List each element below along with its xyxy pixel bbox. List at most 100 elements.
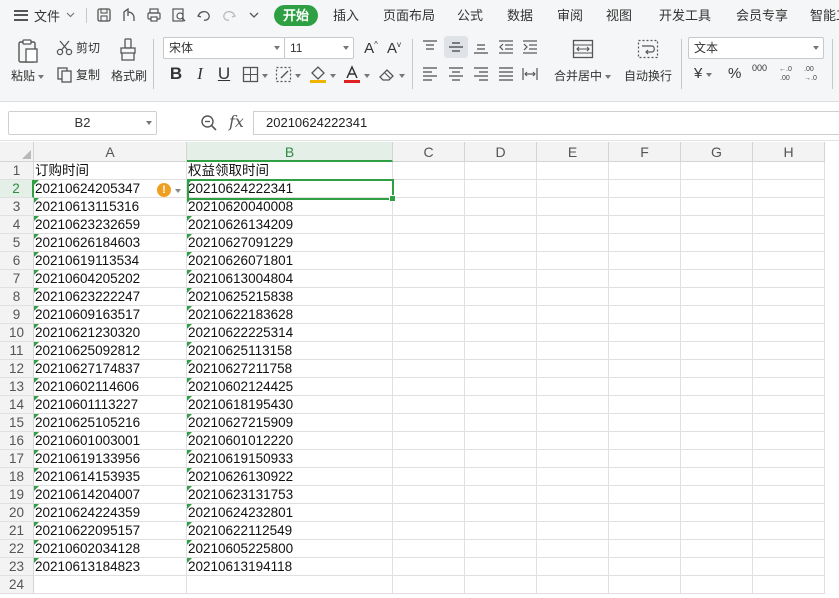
row-header-24[interactable]: 24 xyxy=(0,576,34,594)
cell-d12[interactable] xyxy=(465,360,537,378)
file-menu[interactable]: 文件 xyxy=(14,4,75,26)
cell-c22[interactable] xyxy=(393,540,465,558)
cell-c9[interactable] xyxy=(393,306,465,324)
cell-g21[interactable] xyxy=(681,522,753,540)
cell-a12[interactable]: 20210627174837 xyxy=(34,360,187,378)
cell-h22[interactable] xyxy=(753,540,825,558)
cell-e15[interactable] xyxy=(537,414,609,432)
cell-g9[interactable] xyxy=(681,306,753,324)
row-header-18[interactable]: 18 xyxy=(0,468,34,486)
cell-d6[interactable] xyxy=(465,252,537,270)
cell-g12[interactable] xyxy=(681,360,753,378)
cell-a15[interactable]: 20210625105216 xyxy=(34,414,187,432)
column-header-a[interactable]: A xyxy=(34,142,187,162)
zoom-icon[interactable] xyxy=(200,114,218,132)
tab-page-layout[interactable]: 页面布局 xyxy=(381,5,437,26)
cell-e1[interactable] xyxy=(537,162,609,180)
cell-h4[interactable] xyxy=(753,216,825,234)
cell-c21[interactable] xyxy=(393,522,465,540)
cell-d22[interactable] xyxy=(465,540,537,558)
cell-b2[interactable]: 20210624222341 xyxy=(187,180,393,198)
cell-g20[interactable] xyxy=(681,504,753,522)
clear-format-button[interactable] xyxy=(377,64,397,84)
cell-f1[interactable] xyxy=(609,162,681,180)
cell-d20[interactable] xyxy=(465,504,537,522)
increase-font-size-icon[interactable]: A ^ xyxy=(362,39,380,57)
cell-g24[interactable] xyxy=(681,576,753,594)
cell-c23[interactable] xyxy=(393,558,465,576)
cell-h5[interactable] xyxy=(753,234,825,252)
cell-a10[interactable]: 20210621230320 xyxy=(34,324,187,342)
cell-g11[interactable] xyxy=(681,342,753,360)
thousands-separator-button[interactable]: 000 xyxy=(752,64,767,73)
chevron-down-icon[interactable] xyxy=(175,189,181,193)
cell-b15[interactable]: 20210627215909 xyxy=(187,414,393,432)
cell-d15[interactable] xyxy=(465,414,537,432)
row-header-9[interactable]: 9 xyxy=(0,306,34,324)
row-header-15[interactable]: 15 xyxy=(0,414,34,432)
cell-f23[interactable] xyxy=(609,558,681,576)
cell-h8[interactable] xyxy=(753,288,825,306)
customize-toolbar-icon[interactable] xyxy=(245,6,263,24)
undo-icon[interactable] xyxy=(195,6,213,24)
cell-f3[interactable] xyxy=(609,198,681,216)
cell-e24[interactable] xyxy=(537,576,609,594)
font-color-button[interactable] xyxy=(342,64,362,84)
chevron-down-icon[interactable] xyxy=(330,74,336,78)
cell-h20[interactable] xyxy=(753,504,825,522)
cell-c20[interactable] xyxy=(393,504,465,522)
cell-d14[interactable] xyxy=(465,396,537,414)
tab-view[interactable]: 视图 xyxy=(604,5,634,26)
tab-developer[interactable]: 开发工具 xyxy=(656,5,714,26)
tab-home[interactable]: 开始 xyxy=(274,5,318,26)
cell-a23[interactable]: 20210613184823 xyxy=(34,558,187,576)
cell-h15[interactable] xyxy=(753,414,825,432)
cell-c6[interactable] xyxy=(393,252,465,270)
cell-c2[interactable] xyxy=(393,180,465,198)
column-header-b[interactable]: B xyxy=(187,142,393,162)
decrease-indent-icon[interactable] xyxy=(496,38,516,56)
cell-d1[interactable] xyxy=(465,162,537,180)
row-header-17[interactable]: 17 xyxy=(0,450,34,468)
row-header-16[interactable]: 16 xyxy=(0,432,34,450)
print-preview-icon[interactable] xyxy=(170,6,188,24)
font-size-select[interactable]: 11 xyxy=(284,37,354,59)
align-bottom-icon[interactable] xyxy=(471,38,491,56)
row-header-5[interactable]: 5 xyxy=(0,234,34,252)
row-header-7[interactable]: 7 xyxy=(0,270,34,288)
cell-e14[interactable] xyxy=(537,396,609,414)
format-painter-icon[interactable] xyxy=(116,37,140,63)
percent-button[interactable]: % xyxy=(728,65,741,82)
cell-b18[interactable]: 20210626130922 xyxy=(187,468,393,486)
cell-c7[interactable] xyxy=(393,270,465,288)
cell-e4[interactable] xyxy=(537,216,609,234)
cell-b6[interactable]: 20210626071801 xyxy=(187,252,393,270)
cell-h17[interactable] xyxy=(753,450,825,468)
cell-a7[interactable]: 20210604205202 xyxy=(34,270,187,288)
cell-b1[interactable]: 权益领取时间 xyxy=(187,162,393,180)
cell-h16[interactable] xyxy=(753,432,825,450)
row-header-10[interactable]: 10 xyxy=(0,324,34,342)
copy-button[interactable]: 复制 xyxy=(56,66,100,83)
currency-button[interactable]: ¥ xyxy=(694,65,713,82)
formula-input[interactable]: 20210624222341 xyxy=(253,111,839,135)
cell-h2[interactable] xyxy=(753,180,825,198)
cell-e3[interactable] xyxy=(537,198,609,216)
cell-d2[interactable] xyxy=(465,180,537,198)
paste-icon[interactable] xyxy=(14,37,42,65)
align-middle-icon[interactable] xyxy=(444,36,468,58)
cell-a5[interactable]: 20210626184603 xyxy=(34,234,187,252)
cell-a1[interactable]: 订购时间 xyxy=(34,162,187,180)
cell-b7[interactable]: 20210613004804 xyxy=(187,270,393,288)
bold-button[interactable]: B xyxy=(166,64,186,84)
wrap-text-button[interactable]: 自动换行 xyxy=(624,67,672,84)
cell-d18[interactable] xyxy=(465,468,537,486)
chevron-down-icon[interactable] xyxy=(262,74,268,78)
cut-button[interactable]: 剪切 xyxy=(56,39,100,56)
row-header-13[interactable]: 13 xyxy=(0,378,34,396)
cell-h1[interactable] xyxy=(753,162,825,180)
cell-b22[interactable]: 20210605225800 xyxy=(187,540,393,558)
cell-b3[interactable]: 20210620040008 xyxy=(187,198,393,216)
cell-f15[interactable] xyxy=(609,414,681,432)
cell-b21[interactable]: 20210622112549 xyxy=(187,522,393,540)
